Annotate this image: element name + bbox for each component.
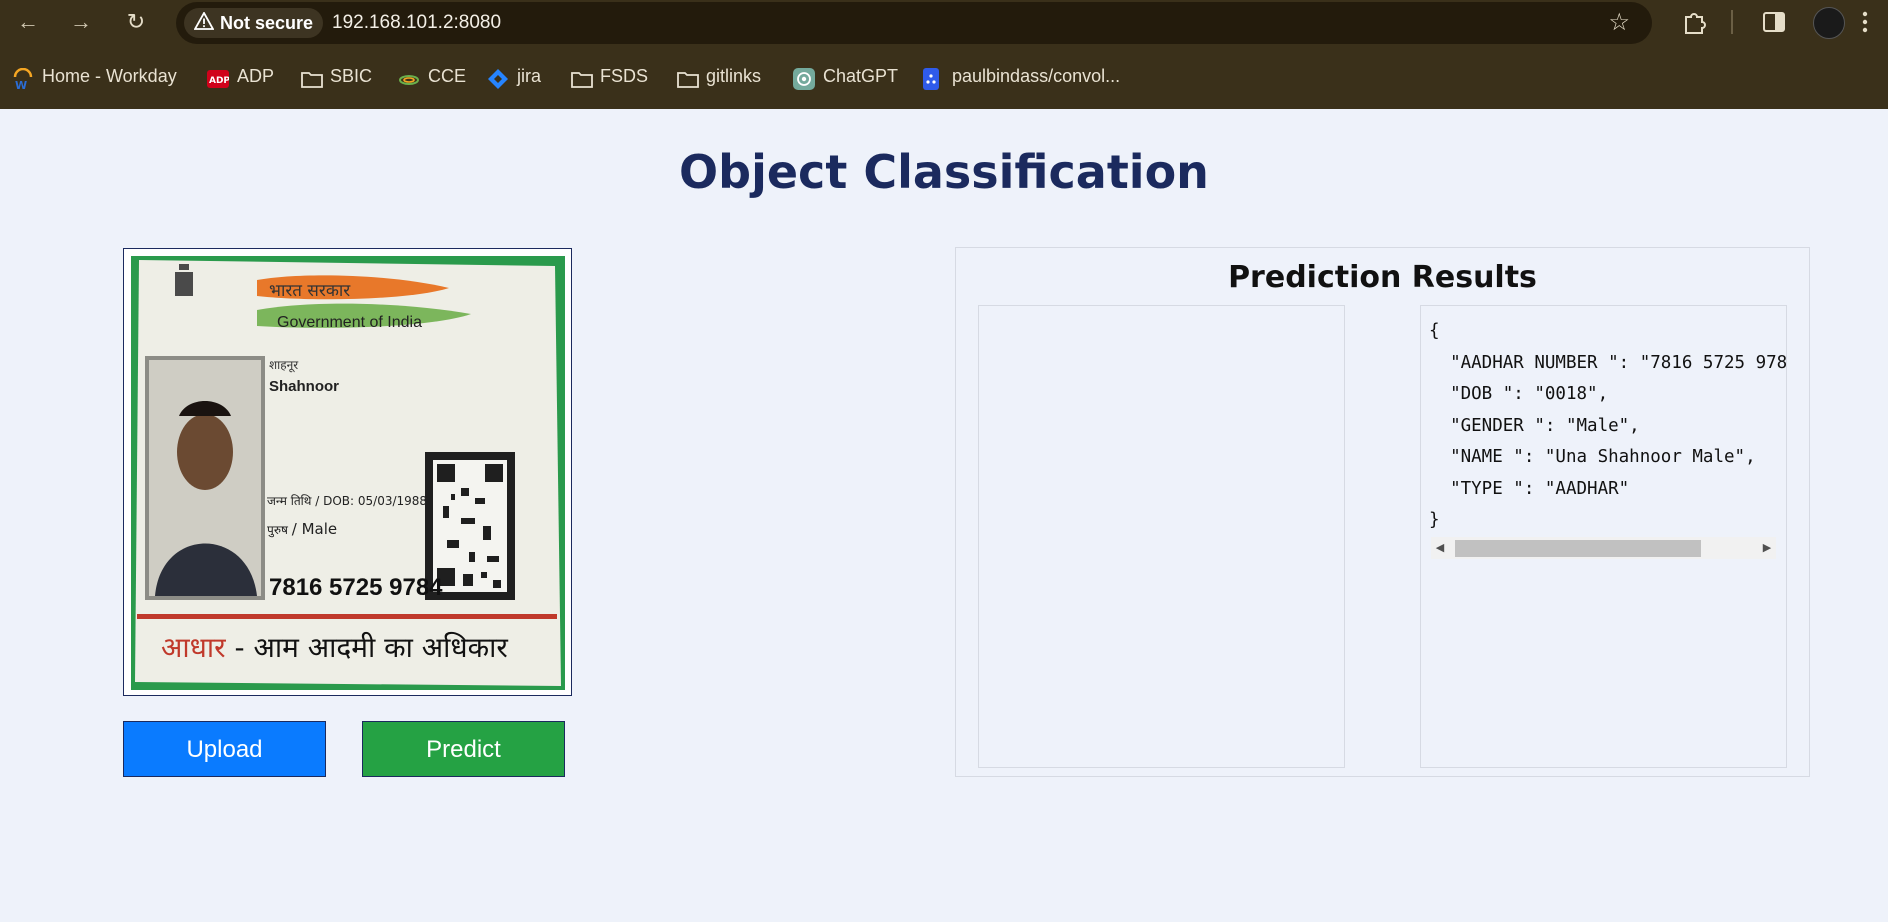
results-left-pane	[978, 305, 1345, 768]
bookmark-chatgpt[interactable]: ChatGPT	[793, 56, 898, 96]
bookmark-jira[interactable]: jira	[487, 56, 541, 96]
card-footer-aadhaar: आधार	[161, 631, 226, 664]
upload-button[interactable]: Upload	[123, 721, 326, 777]
browser-toolbar: ← → ↻ Not secure 192.168.101.2:8080 ☆	[0, 0, 1888, 44]
side-panel-icon[interactable]	[1761, 9, 1787, 35]
star-icon[interactable]: ☆	[1608, 10, 1630, 36]
card-gov-hindi: भारत सरकार	[269, 281, 351, 301]
card-name: Shahnoor	[269, 378, 339, 395]
repo-icon	[922, 64, 944, 91]
card-number: 7816 5725 9784	[269, 574, 443, 601]
uploaded-image-frame: भारत सरकार Government of India शाहनूर Sh…	[123, 248, 572, 696]
warning-icon	[193, 9, 215, 39]
folder-icon	[300, 64, 323, 89]
folder-icon	[676, 64, 699, 89]
security-label: Not secure	[220, 13, 314, 33]
page-title: Object Classification	[679, 145, 1209, 199]
bookmark-adp[interactable]: ADP ADP	[207, 56, 274, 96]
scroll-right-icon[interactable]: ▶	[1758, 537, 1776, 559]
horizontal-scrollbar[interactable]: ◀ ▶	[1431, 537, 1776, 559]
back-arrow-icon[interactable]: ←	[14, 8, 42, 36]
card-footer: आधार - आम आदमी का अधिकार	[161, 628, 508, 666]
card-name-hindi: शाहनूर	[269, 358, 299, 372]
bookmark-gitlinks[interactable]: gitlinks	[676, 56, 761, 96]
url-text[interactable]: 192.168.101.2:8080	[332, 2, 501, 44]
adp-icon: ADP	[207, 64, 230, 89]
bookmark-sbic[interactable]: SBIC	[300, 56, 372, 96]
svg-text:ADP: ADP	[209, 76, 229, 86]
card-gender-english: / Male	[291, 520, 338, 538]
menu-dots-icon[interactable]	[1860, 9, 1870, 35]
card-gender: पुरुष / Male	[267, 520, 337, 538]
results-json-pane[interactable]: { "AADHAR NUMBER ": "7816 5725 9784", "D…	[1420, 305, 1787, 768]
toolbar-divider	[1731, 10, 1733, 34]
security-chip[interactable]: Not secure	[184, 8, 324, 39]
card-dob: जन्म तिथि / DOB: 05/03/1988	[267, 494, 428, 508]
address-bar[interactable]: Not secure 192.168.101.2:8080 ☆	[176, 2, 1652, 44]
prediction-results-panel: Prediction Results { "AADHAR NUMBER ": "…	[955, 247, 1810, 777]
chatgpt-icon	[793, 64, 815, 91]
cce-icon	[398, 64, 420, 86]
card-footer-slogan: - आम आदमी का अधिकार	[225, 631, 508, 664]
bookmark-workday[interactable]: W Home - Workday	[12, 56, 177, 96]
forward-arrow-icon[interactable]: →	[67, 8, 95, 36]
extensions-icon[interactable]	[1682, 9, 1708, 35]
bookmarks-bar: W Home - Workday ADP ADP SBIC CCE jira FSD…	[0, 56, 1888, 96]
jira-icon	[487, 64, 509, 90]
predict-button[interactable]: Predict	[362, 721, 565, 777]
profile-avatar[interactable]	[1813, 7, 1845, 39]
reload-icon[interactable]: ↻	[122, 8, 150, 36]
folder-icon	[570, 64, 593, 89]
results-title: Prediction Results	[1228, 260, 1537, 295]
scrollbar-thumb[interactable]	[1455, 540, 1701, 557]
workday-icon: W	[12, 64, 34, 92]
card-gender-hindi: पुरुष	[267, 523, 288, 537]
bookmark-repo[interactable]: paulbindass/convol...	[922, 56, 1120, 96]
results-json: { "AADHAR NUMBER ": "7816 5725 9784", "D…	[1429, 321, 1787, 530]
svg-text:W: W	[15, 79, 27, 90]
uploaded-image: भारत सरकार Government of India शाहनूर Sh…	[131, 256, 565, 690]
bookmark-cce[interactable]: CCE	[398, 56, 466, 96]
bookmark-fsds[interactable]: FSDS	[570, 56, 648, 96]
scroll-left-icon[interactable]: ◀	[1431, 537, 1449, 559]
card-gov-english: Government of India	[277, 314, 422, 331]
browser-chrome: ← → ↻ Not secure 192.168.101.2:8080 ☆ WH…	[0, 0, 1888, 109]
